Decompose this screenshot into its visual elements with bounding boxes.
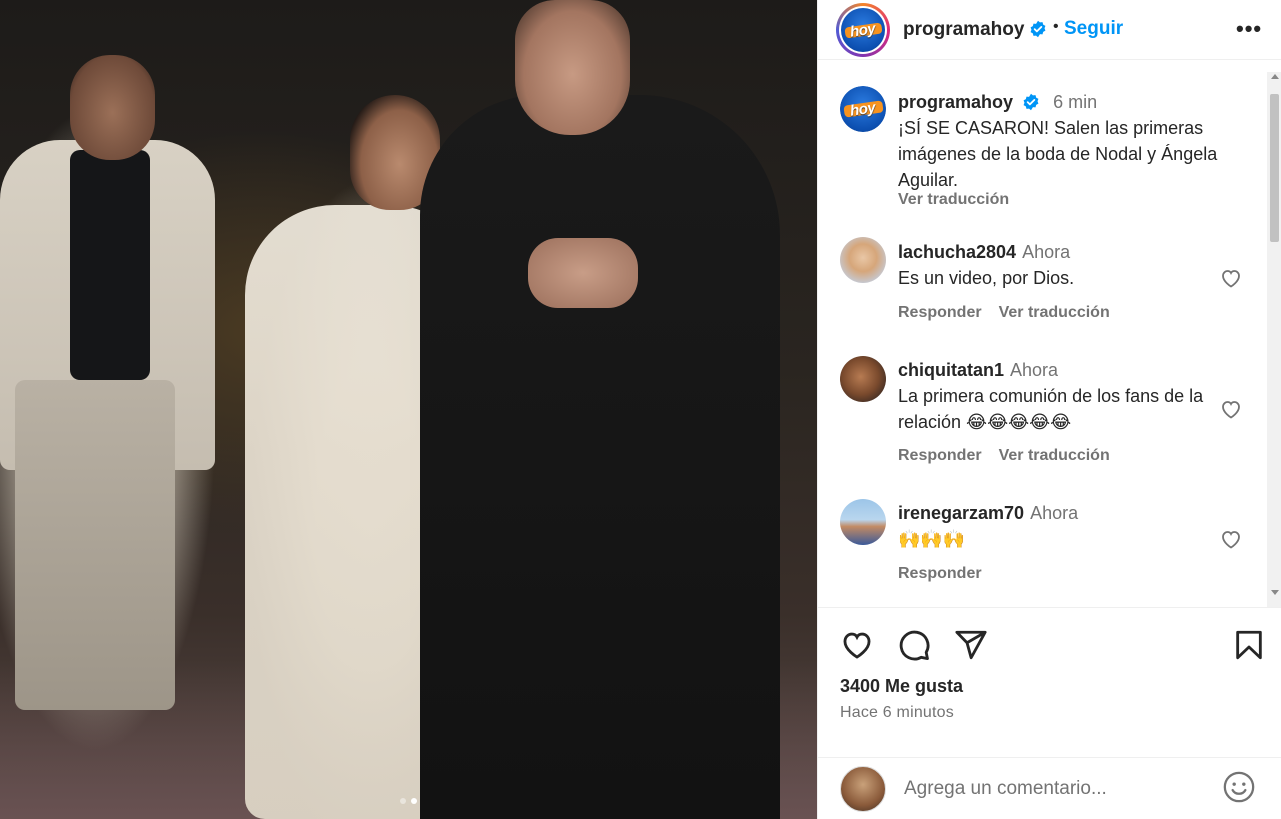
caption-username[interactable]: programahoy 6 min xyxy=(898,92,1097,113)
comment-avatar[interactable] xyxy=(840,499,886,545)
caption-text: ¡SÍ SE CASARON! Salen las primeras imáge… xyxy=(898,118,1218,190)
post-header: hoy programahoy • Seguir ••• xyxy=(818,0,1281,60)
follow-button[interactable]: Seguir xyxy=(1064,18,1123,40)
current-user-avatar xyxy=(840,766,886,812)
media-man-head xyxy=(515,0,630,135)
share-paper-plane-icon[interactable] xyxy=(954,628,988,662)
reply-link[interactable]: Responder xyxy=(898,565,982,583)
translate-link[interactable]: Ver traducción xyxy=(999,447,1110,465)
translate-link[interactable]: Ver traducción xyxy=(999,304,1110,322)
caption-actions: Ver traducción xyxy=(898,191,1009,209)
comment-time: Ahora xyxy=(1030,503,1079,523)
carousel-dot-1[interactable] xyxy=(400,798,406,804)
comment-actions: Responder Ver traducción xyxy=(898,304,1110,322)
comment-like-heart-icon[interactable] xyxy=(1218,397,1244,421)
comment-like-heart-icon[interactable] xyxy=(1218,527,1244,551)
comment-avatar[interactable] xyxy=(840,237,886,283)
comment-text: 🙌🙌🙌 xyxy=(898,529,966,549)
hoy-logo: hoy xyxy=(840,86,886,132)
comment-username[interactable]: irenegarzam70 Ahora xyxy=(898,503,1078,524)
scroll-down-arrow-icon[interactable] xyxy=(1271,590,1279,595)
save-bookmark-icon[interactable] xyxy=(1232,628,1266,662)
hoy-logo: hoy xyxy=(841,8,885,52)
comment-username[interactable]: chiquitatan1 Ahora xyxy=(898,360,1058,381)
media-guest-shirt xyxy=(70,150,150,380)
emoji-smiley-icon[interactable] xyxy=(1222,770,1256,804)
carousel-indicator xyxy=(0,798,817,804)
media-man-suit xyxy=(420,95,780,819)
verified-badge-icon xyxy=(1023,93,1039,110)
comment-like-heart-icon[interactable] xyxy=(1218,266,1244,290)
reply-link[interactable]: Responder xyxy=(898,447,982,465)
comments-scrollbar[interactable] xyxy=(1267,72,1281,607)
like-heart-icon[interactable] xyxy=(840,628,874,662)
more-options-icon[interactable]: ••• xyxy=(1236,16,1262,42)
comment-avatar[interactable] xyxy=(840,356,886,402)
caption-time: 6 min xyxy=(1053,92,1098,112)
media-man-hand xyxy=(528,238,638,308)
comment-time: Ahora xyxy=(1010,360,1059,380)
reply-link[interactable]: Responder xyxy=(898,304,982,322)
comment-time: Ahora xyxy=(1022,242,1071,262)
account-username[interactable]: programahoy xyxy=(903,19,1024,41)
header-separator: • xyxy=(1053,18,1059,35)
likes-count[interactable]: 3400 Me gusta xyxy=(840,676,963,697)
media-guest-head xyxy=(70,55,155,160)
comment-text: Es un video, por Dios. xyxy=(898,268,1075,288)
scroll-up-arrow-icon[interactable] xyxy=(1271,74,1279,79)
post-media[interactable] xyxy=(0,0,817,819)
caption-avatar[interactable]: hoy xyxy=(840,86,886,132)
comment-username[interactable]: lachucha2804 Ahora xyxy=(898,242,1070,263)
scrollbar-thumb[interactable] xyxy=(1270,94,1279,242)
comment-actions: Responder Ver traducción xyxy=(898,447,1110,465)
media-guest-pants xyxy=(15,380,175,710)
post-actions-bar: 3400 Me gusta Hace 6 minutos xyxy=(818,607,1281,757)
account-avatar[interactable]: hoy xyxy=(836,3,890,57)
carousel-dot-2[interactable] xyxy=(411,798,417,804)
caption-translate-link[interactable]: Ver traducción xyxy=(898,191,1009,209)
post-timestamp: Hace 6 minutos xyxy=(840,704,954,721)
comment-actions: Responder xyxy=(898,565,982,583)
comments-list[interactable]: hoy programahoy 6 min ¡SÍ SE CASARON! Sa… xyxy=(818,72,1268,607)
post-side-panel: hoy programahoy • Seguir ••• hoy program… xyxy=(817,0,1281,819)
comment-bubble-icon[interactable] xyxy=(897,628,931,662)
comment-composer xyxy=(818,757,1281,819)
verified-badge-icon xyxy=(1030,20,1046,38)
comment-text: La primera comunión de los fans de la re… xyxy=(898,386,1204,432)
comment-input[interactable] xyxy=(904,776,1204,802)
